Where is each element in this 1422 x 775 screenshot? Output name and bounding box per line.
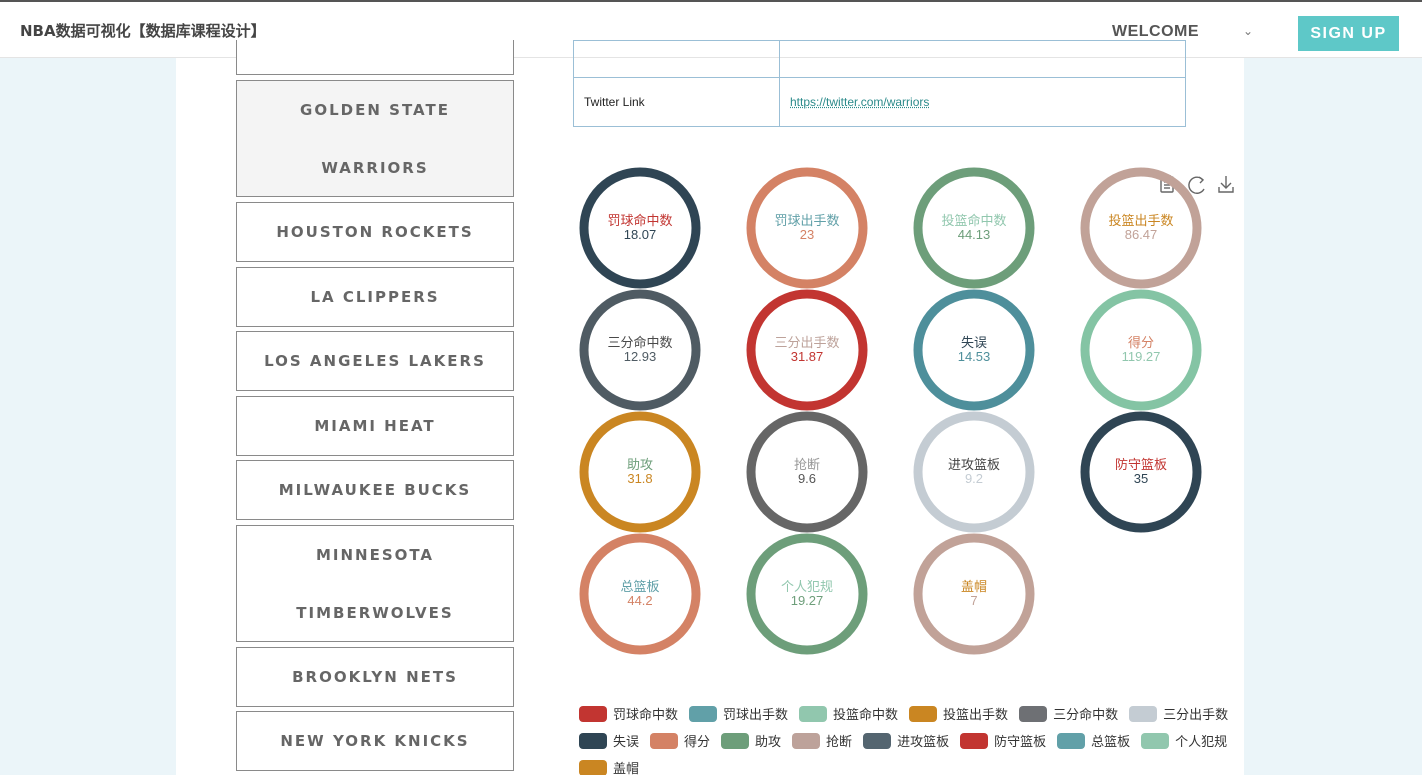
legend-swatch [863, 732, 892, 749]
table-cell [779, 40, 1186, 78]
legend-item[interactable]: 个人犯规 [1141, 727, 1227, 754]
legend-label: 投篮命中数 [833, 708, 899, 723]
legend-swatch [960, 732, 989, 749]
ring-value-label: 7 [970, 593, 977, 608]
team-button-brooklyn-nets[interactable]: BROOKLYN NETS [236, 647, 514, 707]
ring-value-label: 31.87 [791, 349, 824, 364]
ring-value-label: 18.07 [624, 227, 657, 242]
team-button-miami-heat[interactable]: MIAMI HEAT [236, 396, 514, 456]
legend-swatch [1057, 732, 1086, 749]
ring-12[interactable]: 总篮板44.2 [579, 533, 701, 655]
legend-item[interactable]: 助攻 [721, 727, 781, 754]
legend-swatch [579, 732, 607, 749]
ring-9[interactable]: 抢断9.6 [746, 411, 868, 533]
legend-swatch [650, 732, 679, 749]
team-button-new-york-knicks[interactable]: NEW YORK KNICKS [236, 711, 514, 771]
legend-swatch [1141, 732, 1170, 749]
legend-item[interactable]: 失误 [579, 727, 639, 754]
legend-label: 个人犯规 [1175, 735, 1228, 750]
ring-value-label: 19.27 [791, 593, 824, 608]
team-button-milwaukee-bucks[interactable]: MILWAUKEE BUCKS [236, 460, 514, 520]
ring-value-label: 119.27 [1122, 349, 1161, 364]
team-button-golden-state-warriors[interactable]: GOLDEN STATE WARRIORS [236, 80, 514, 197]
team-button-partial[interactable] [236, 40, 514, 75]
ring-value-label: 23 [800, 227, 814, 242]
legend-swatch [792, 732, 821, 749]
legend-swatch [909, 705, 938, 722]
ring-7[interactable]: 得分119.27 [1080, 289, 1202, 411]
ring-2[interactable]: 投篮命中数44.13 [913, 167, 1035, 289]
legend-label: 三分命中数 [1053, 708, 1119, 723]
legend-item[interactable]: 三分出手数 [1129, 700, 1228, 727]
stats-ring-chart: 罚球命中数18.07 罚球出手数23 投篮命中数44.13 投篮出手数86.47 三分命… [579, 167, 1202, 655]
team-button-la-clippers[interactable]: LA CLIPPERS [236, 267, 514, 327]
legend-item[interactable]: 投篮出手数 [909, 700, 1008, 727]
legend-swatch [721, 732, 750, 749]
app-title[interactable]: NBA数据可视化【数据库课程设计】 [20, 20, 266, 41]
legend-swatch [689, 705, 718, 722]
legend-label: 三分出手数 [1163, 708, 1229, 723]
ring-value-label: 14.53 [958, 349, 991, 364]
legend-label: 得分 [684, 735, 711, 750]
legend-label: 盖帽 [613, 762, 640, 775]
ring-1[interactable]: 罚球出手数23 [746, 167, 868, 289]
legend-item[interactable]: 得分 [650, 727, 710, 754]
legend-swatch [799, 705, 828, 722]
legend-label: 抢断 [826, 735, 853, 750]
team-info-table: Twitter Link https://twitter.com/warrior… [573, 40, 1186, 127]
legend-item[interactable]: 罚球出手数 [689, 700, 788, 727]
chart-legend: 罚球命中数 罚球出手数 投篮命中数 投篮出手数 三分命中数 三分出手数失误 得分 助攻 抢断 进攻… [579, 700, 1249, 775]
ring-value-label: 9.6 [798, 471, 816, 486]
legend-item[interactable]: 罚球命中数 [579, 700, 678, 727]
ring-8[interactable]: 助攻31.8 [579, 411, 701, 533]
legend-swatch [579, 705, 607, 722]
ring-0[interactable]: 罚球命中数18.07 [579, 167, 701, 289]
ring-value-label: 44.2 [627, 593, 652, 608]
legend-label: 总篮板 [1091, 735, 1131, 750]
legend-swatch [579, 759, 607, 775]
table-row: Twitter Link https://twitter.com/warrior… [573, 77, 1186, 127]
legend-label: 罚球出手数 [723, 708, 789, 723]
table-row [573, 40, 1186, 78]
ring-3[interactable]: 投篮出手数86.47 [1080, 167, 1202, 289]
table-cell [573, 40, 780, 78]
ring-value-label: 35 [1134, 471, 1148, 486]
legend-label: 防守篮板 [994, 735, 1047, 750]
legend-item[interactable]: 进攻篮板 [863, 727, 949, 754]
signup-button[interactable]: SIGN UP [1298, 16, 1399, 51]
legend-label: 助攻 [755, 735, 782, 750]
legend-item[interactable]: 抢断 [792, 727, 852, 754]
ring-13[interactable]: 个人犯规19.27 [746, 533, 868, 655]
ring-6[interactable]: 失误14.53 [913, 289, 1035, 411]
ring-value-label: 12.93 [624, 349, 657, 364]
ring-14[interactable]: 盖帽7 [913, 533, 1035, 655]
ring-value-label: 9.2 [965, 471, 983, 486]
team-button-los-angeles-lakers[interactable]: LOS ANGELES LAKERS [236, 331, 514, 391]
ring-10[interactable]: 进攻篮板9.2 [913, 411, 1035, 533]
twitter-link[interactable]: https://twitter.com/warriors [790, 95, 929, 109]
twitter-link-cell: https://twitter.com/warriors [779, 77, 1186, 127]
legend-label: 罚球命中数 [613, 708, 679, 723]
legend-label: 投篮出手数 [943, 708, 1009, 723]
legend-item[interactable]: 三分命中数 [1019, 700, 1118, 727]
legend-item[interactable]: 防守篮板 [960, 727, 1046, 754]
ring-value-label: 86.47 [1125, 227, 1158, 242]
ring-value-label: 44.13 [958, 227, 991, 242]
ring-4[interactable]: 三分命中数12.93 [579, 289, 701, 411]
team-button-minnesota-timberwolves[interactable]: MINNESOTA TIMBERWOLVES [236, 525, 514, 642]
ring-11[interactable]: 防守篮板35 [1080, 411, 1202, 533]
legend-label: 失误 [613, 735, 640, 750]
legend-label: 进攻篮板 [897, 735, 950, 750]
legend-swatch [1129, 705, 1158, 722]
welcome-menu[interactable]: WELCOME [1112, 23, 1199, 41]
legend-item[interactable]: 总篮板 [1057, 727, 1130, 754]
legend-item[interactable]: 投篮命中数 [799, 700, 898, 727]
ring-value-label: 31.8 [627, 471, 652, 486]
team-button-houston-rockets[interactable]: HOUSTON ROCKETS [236, 202, 514, 262]
chevron-down-icon[interactable]: ⌄ [1243, 24, 1253, 38]
legend-item[interactable]: 盖帽 [579, 754, 639, 775]
legend-swatch [1019, 705, 1048, 722]
ring-5[interactable]: 三分出手数31.87 [746, 289, 868, 411]
twitter-label: Twitter Link [573, 77, 780, 127]
